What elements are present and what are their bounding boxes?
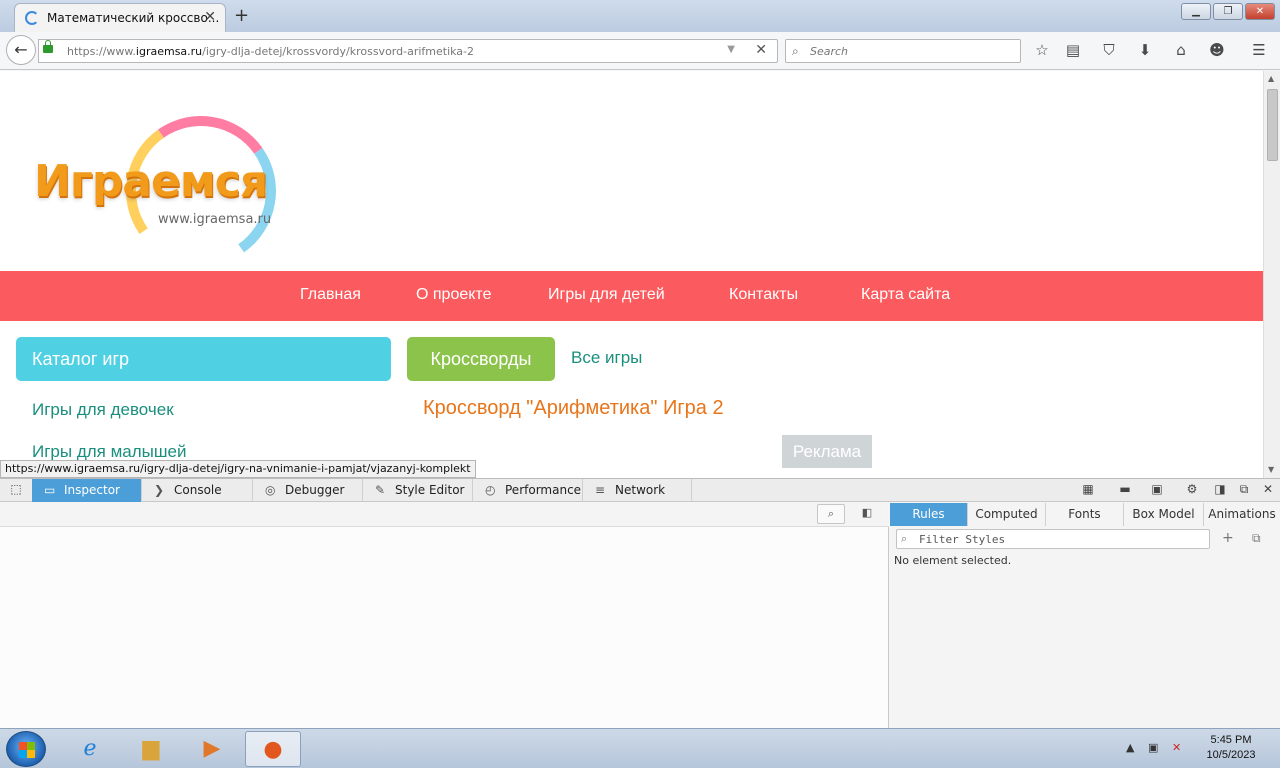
start-button[interactable] [6,731,46,767]
tab-computed[interactable]: Computed [968,503,1046,526]
performance-icon: ◴ [485,483,496,497]
restore-button[interactable]: ❐ [1213,3,1243,20]
filter-styles-input[interactable]: ⌕ Filter Styles [896,529,1210,549]
close-tab-icon[interactable]: ✕ [204,9,216,25]
back-button[interactable]: ← [6,35,36,65]
menu-item-contacts[interactable]: Контакты [729,286,798,304]
menu-item-about[interactable]: О проекте [416,286,491,304]
scroll-up-icon[interactable]: ▲ [1268,74,1274,83]
tab-debugger[interactable]: ◎ Debugger [253,479,363,502]
clock-date: 10/5/2023 [1206,749,1256,761]
logo-text: Играемся [34,156,268,207]
show-hidden-icons[interactable]: ▲ [1126,741,1134,754]
chat-icon[interactable]: ☻ [1207,41,1227,59]
system-clock[interactable]: 5:45 PM 10/5/2023 [1196,733,1266,763]
web-page: Играемся www.igraemsa.ru Главная О проек… [0,71,1263,478]
tab-fonts[interactable]: Fonts [1046,503,1124,526]
frame-picker-icon[interactable]: ▦ [1080,482,1096,496]
page-scrollbar[interactable]: ▲ ▼ [1263,71,1280,478]
logo-site: www.igraemsa.ru [158,212,272,227]
internet-explorer-icon[interactable]: ℯ [62,731,118,767]
settings-icon[interactable]: ⚙ [1184,482,1200,496]
screenshot-icon[interactable]: ▣ [1149,482,1165,496]
tab-performance[interactable]: ◴ Performance [473,479,583,502]
ad-label: Реклама [782,435,872,468]
reading-list-icon[interactable]: ▤ [1063,41,1083,59]
volume-muted-icon[interactable]: ✕ [1172,741,1181,754]
debugger-icon: ◎ [265,483,276,497]
clock-time: 5:45 PM [1210,734,1252,746]
markup-search-icon[interactable]: ⌕ [817,504,845,524]
menu-icon[interactable]: ☰ [1249,41,1269,59]
responsive-mode-icon[interactable]: ▬ [1117,482,1133,496]
windows-logo-icon [19,742,35,758]
rules-sidebar: Rules Computed Fonts Box Model Animation… [890,502,1280,728]
catalog-header[interactable]: Каталог игр [16,337,391,381]
network-icon: ≡ [595,483,606,497]
media-player-icon[interactable]: ▶ [184,731,240,767]
console-icon: ❯ [154,483,165,497]
sidebar-link-girls[interactable]: Игры для девочек [32,400,174,420]
no-element-text: No element selected. [894,554,1012,567]
status-url: https://www.igraemsa.ru/igry-dlja-detej/… [0,460,476,478]
add-rule-icon[interactable]: + [1222,530,1234,546]
stop-icon[interactable]: ✕ [755,42,767,58]
crosswords-button[interactable]: Кроссворды [407,337,555,381]
file-explorer-icon[interactable]: ▆ [123,731,179,767]
dropdown-arrow-icon[interactable]: ▼ [727,44,735,55]
tab-console[interactable]: ❯ Console [142,479,253,502]
tab-animations[interactable]: Animations [1204,503,1280,526]
loading-icon [25,11,39,25]
toggle-sidebar-icon[interactable]: ◧ [853,504,881,524]
menu-item-home[interactable]: Главная [300,286,361,304]
all-games-link[interactable]: Все игры [571,348,642,368]
new-tab-button[interactable]: + [234,5,249,26]
downloads-icon[interactable]: ⬇ [1135,41,1155,59]
pocket-icon[interactable]: ⛉ [1099,41,1119,59]
pseudo-class-icon[interactable]: ⧉ [1252,531,1261,546]
minimize-button[interactable]: ▁ [1181,3,1211,20]
tab-box-model[interactable]: Box Model [1124,503,1204,526]
firefox-icon[interactable]: ● [245,731,301,767]
title-bar: Математический кроссво... ✕ + ▁ ❐ ✕ [0,0,1280,32]
filter-placeholder: Filter Styles [919,533,1006,546]
network-tray-icon[interactable]: ▣ [1148,741,1158,754]
scroll-down-icon[interactable]: ▼ [1268,465,1274,474]
tab-style-editor[interactable]: ✎ Style Editor [363,479,473,502]
site-logo[interactable]: Играемся www.igraemsa.ru [34,104,288,278]
navigation-bar: ← https://www.igraemsa.ru/igry-dlja-dete… [0,32,1280,70]
search-icon: ⌕ [901,532,908,545]
markup-toolbar: ⌕ ◧ [0,502,889,527]
tab-rules[interactable]: Rules [890,503,968,526]
main-menu: Главная О проекте Игры для детей Контакт… [0,271,1263,321]
scroll-thumb[interactable] [1267,89,1278,161]
home-icon[interactable]: ⌂ [1171,41,1191,59]
dock-side-icon[interactable]: ◨ [1212,482,1228,496]
close-devtools-icon[interactable]: ✕ [1260,482,1276,496]
menu-item-sitemap[interactable]: Карта сайта [861,286,950,304]
url-bar[interactable]: https://www.igraemsa.ru/igry-dlja-detej/… [38,39,778,63]
search-icon: ⌕ [792,44,799,58]
bookmark-star-icon[interactable]: ☆ [1032,41,1052,59]
undock-icon[interactable]: ⧉ [1236,482,1252,497]
tab-inspector[interactable]: ▭ Inspector [32,479,142,502]
browser-tab[interactable]: Математический кроссво... ✕ [14,3,226,32]
game-title: Кроссворд "Арифметика" Игра 2 [423,397,724,419]
lock-icon [43,40,53,53]
markup-panel: ⌕ ◧ [0,502,889,728]
search-input[interactable]: ⌕ Search [785,39,1021,63]
taskbar: ℯ ▆ ▶ ● ▲ ▣ ✕ 5:45 PM 10/5/2023 [0,728,1280,768]
pick-element-icon[interactable]: ⬚ [8,482,24,496]
tab-network[interactable]: ≡ Network [583,479,692,502]
menu-item-kids-games[interactable]: Игры для детей [548,286,665,304]
search-placeholder: Search [810,45,849,58]
close-window-button[interactable]: ✕ [1245,3,1275,20]
inspector-icon: ▭ [44,483,56,497]
tab-title: Математический кроссво... [47,11,220,25]
style-editor-icon: ✎ [375,483,386,497]
sidebar-link-toddlers[interactable]: Игры для малышей [32,442,186,462]
devtools-toolbar: ⬚ ▭ Inspector ❯ Console ◎ Debugger ✎ Style E… [0,478,1280,502]
url-text: https://www.igraemsa.ru/igry-dlja-detej/… [67,45,475,58]
